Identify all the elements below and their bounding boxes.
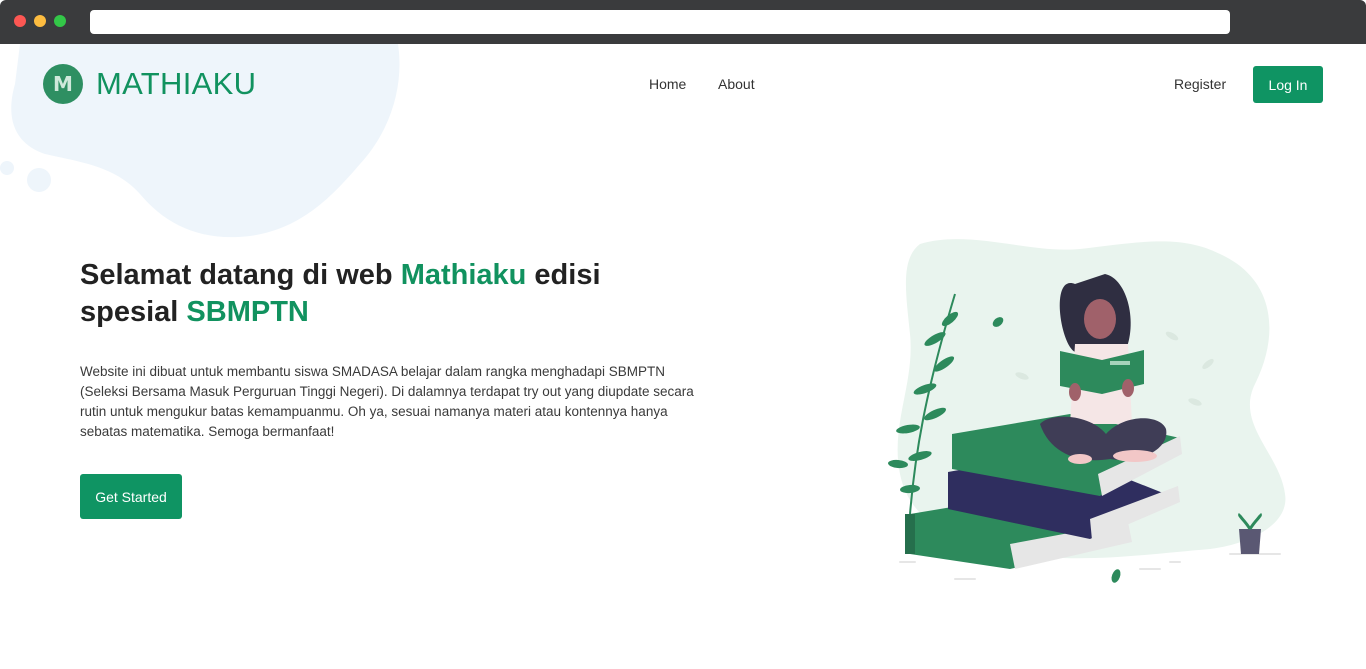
browser-chrome [0,0,1366,44]
minimize-window-button[interactable] [34,15,46,27]
title-text-1: Selamat datang di web [80,259,401,291]
nav-home-link[interactable]: Home [649,76,686,92]
logo-icon: M [43,64,83,104]
get-started-button[interactable]: Get Started [80,474,182,519]
maximize-window-button[interactable] [54,15,66,27]
title-exam: SBMPTN [186,296,309,328]
woman-reading-on-books-illustration [888,239,1286,583]
brand-name: MATHIAKU [96,66,257,101]
hero-description: Website ini dibuat untuk membantu siswa … [80,364,694,439]
close-window-button[interactable] [14,15,26,27]
nav-about-link[interactable]: About [718,76,755,92]
hero-title: Selamat datang di web Mathiaku edisi spe… [80,257,640,331]
login-button[interactable]: Log In [1253,66,1323,103]
register-link[interactable]: Register [1174,76,1226,92]
brand-logo[interactable]: M MATHIAKU [43,64,256,104]
title-brand: Mathiaku [400,259,527,291]
address-bar[interactable] [90,10,1230,34]
page: M MATHIAKU Home About Register Log In Se… [0,44,1366,669]
